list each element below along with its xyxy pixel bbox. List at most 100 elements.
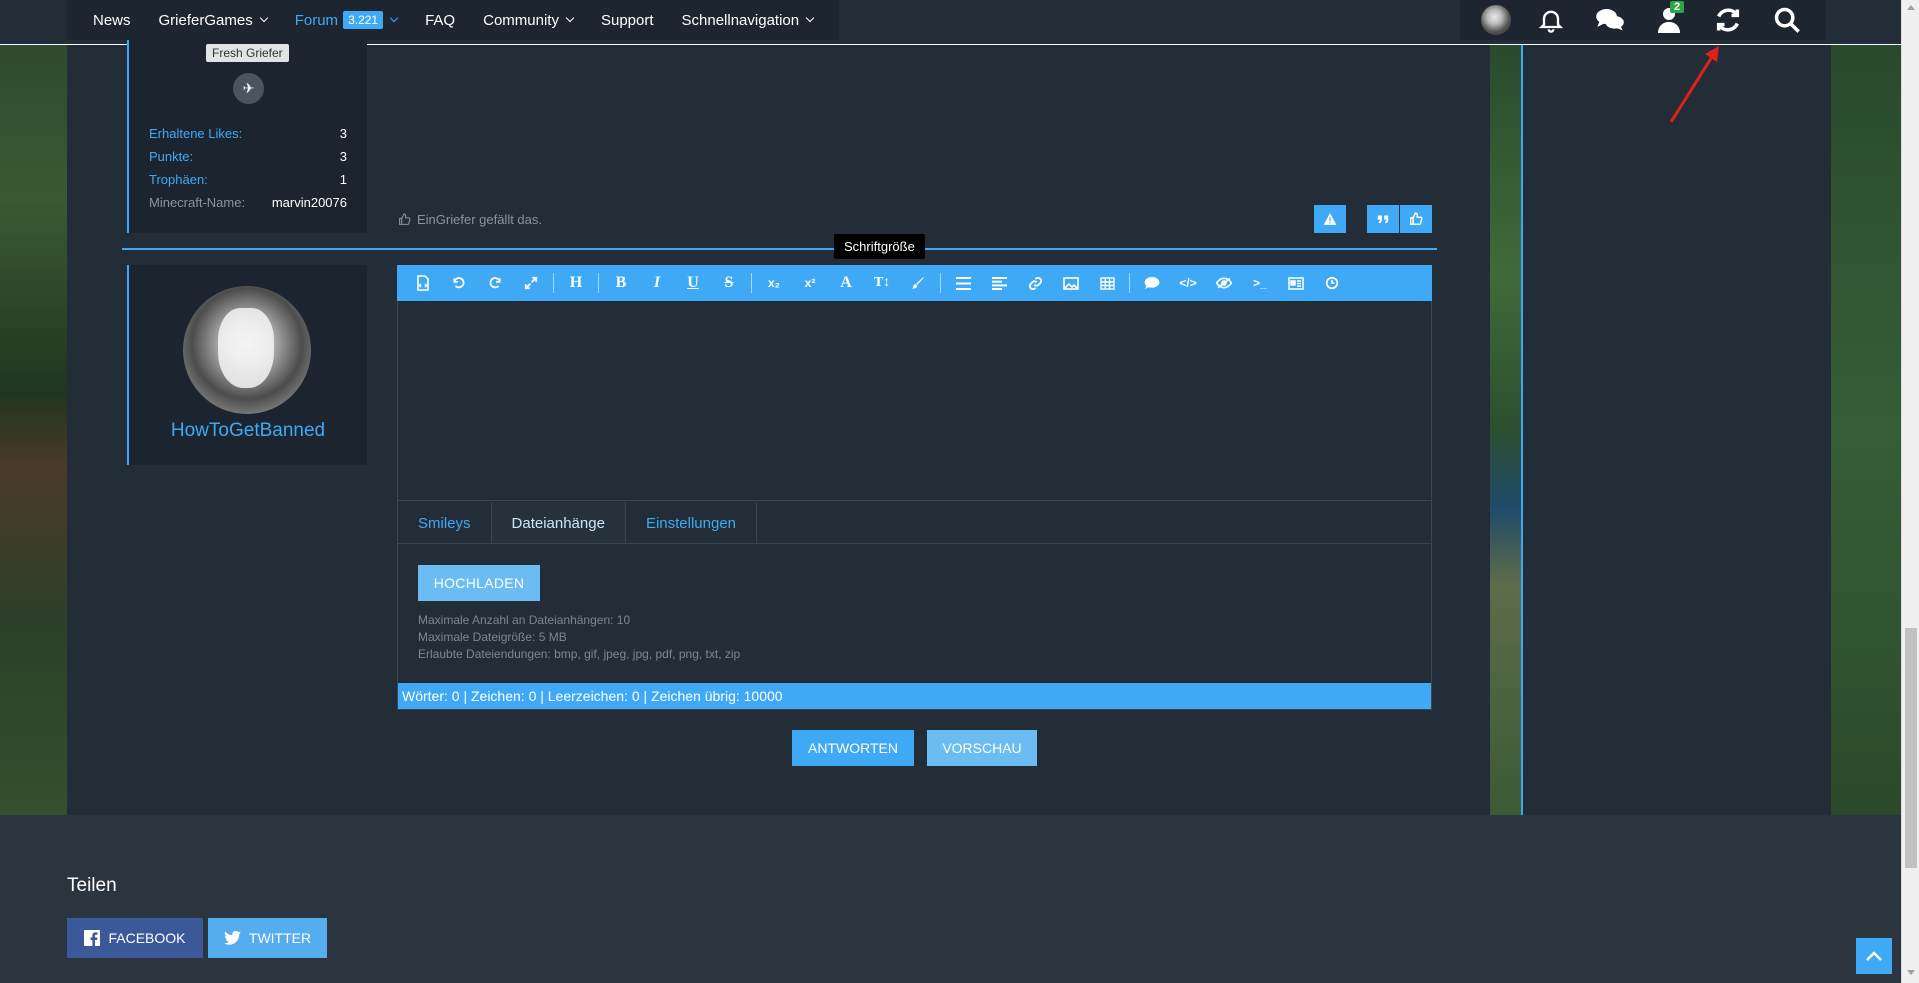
background-scenery-left bbox=[0, 45, 67, 815]
report-button[interactable] bbox=[1314, 205, 1346, 233]
twitter-icon bbox=[223, 931, 241, 945]
editor-toolbar: H B I U S x₂ x² A T↕ </> >_ bbox=[397, 265, 1432, 301]
share-twitter-button[interactable]: TWITTER bbox=[208, 918, 327, 958]
stat-label[interactable]: Punkte: bbox=[149, 149, 193, 164]
scroll-to-top-button[interactable] bbox=[1856, 938, 1892, 974]
font-size-icon[interactable]: T↕ bbox=[864, 265, 900, 301]
hand-print-image bbox=[218, 308, 274, 388]
quote-button[interactable] bbox=[1367, 205, 1399, 233]
bell-icon bbox=[1538, 10, 1563, 33]
max-filesize-info: Maximale Dateigröße: 5 MB bbox=[418, 630, 567, 644]
subscript-icon[interactable]: x₂ bbox=[756, 265, 792, 301]
spoiler-icon[interactable] bbox=[1206, 265, 1242, 301]
image-icon[interactable] bbox=[1053, 265, 1089, 301]
top-navigation-bar: News GrieferGames Forum 3.221 FAQ Communi… bbox=[0, 0, 1901, 45]
user-rank-tag: Fresh Griefer bbox=[206, 44, 289, 62]
twitter-label: TWITTER bbox=[248, 930, 312, 946]
avatar bbox=[1480, 5, 1511, 35]
chat-icon bbox=[1595, 9, 1624, 31]
nav-support[interactable]: Support bbox=[587, 0, 668, 40]
font-color-icon[interactable] bbox=[900, 265, 936, 301]
font-family-icon[interactable]: A bbox=[828, 265, 864, 301]
nav-griefergames[interactable]: GrieferGames bbox=[145, 0, 281, 40]
tabs-divider bbox=[398, 543, 1431, 544]
tab-settings[interactable]: Einstellungen bbox=[626, 502, 758, 544]
editor-tabs: Smileys Dateianhänge Einstellungen bbox=[398, 502, 758, 544]
forum-count-badge: 3.221 bbox=[343, 11, 384, 29]
tab-smileys[interactable]: Smileys bbox=[398, 502, 492, 544]
toolbar-tooltip: Schriftgröße bbox=[834, 234, 925, 259]
submit-reply-button[interactable]: ANTWORTEN bbox=[792, 730, 914, 766]
conversations-button[interactable] bbox=[1580, 0, 1639, 40]
quote-bubble-icon[interactable] bbox=[1134, 265, 1170, 301]
nav-news-label: News bbox=[93, 11, 131, 29]
align-left-icon[interactable] bbox=[981, 265, 1017, 301]
scroll-down-arrow-icon[interactable] bbox=[1907, 970, 1915, 975]
stat-label[interactable]: Erhaltene Likes: bbox=[149, 126, 242, 141]
italic-icon[interactable]: I bbox=[639, 265, 675, 301]
user-avatar-button[interactable] bbox=[1470, 0, 1521, 40]
facebook-label: FACEBOOK bbox=[108, 930, 186, 946]
tab-attachments[interactable]: Dateianhänge bbox=[491, 502, 626, 544]
author-username[interactable]: HowToGetBanned bbox=[127, 420, 369, 442]
media-icon[interactable] bbox=[1278, 265, 1314, 301]
message-text-area[interactable] bbox=[398, 301, 1431, 501]
stat-likes: Erhaltene Likes: 3 bbox=[149, 126, 347, 141]
stat-label[interactable]: Trophäen: bbox=[149, 172, 208, 187]
refresh-icon bbox=[1716, 8, 1739, 32]
stat-value: 3 bbox=[339, 149, 347, 164]
background-scenery-far-right bbox=[1831, 45, 1901, 815]
strikethrough-icon[interactable]: S bbox=[711, 265, 747, 301]
scrollbar-thumb[interactable] bbox=[1905, 628, 1917, 868]
nav-forum[interactable]: Forum 3.221 bbox=[281, 0, 411, 40]
max-attachments-info: Maximale Anzahl an Dateianhängen: 10 bbox=[418, 613, 631, 627]
nav-community-label: Community bbox=[483, 11, 559, 29]
upload-button[interactable]: HOCHLADEN bbox=[418, 565, 540, 601]
redo-icon[interactable] bbox=[477, 265, 513, 301]
thumbs-up-icon bbox=[1410, 212, 1423, 225]
notifications-button[interactable] bbox=[1521, 0, 1580, 40]
scroll-up-arrow-icon[interactable] bbox=[1907, 5, 1915, 10]
list-icon[interactable] bbox=[945, 265, 981, 301]
thumbs-up-icon bbox=[399, 213, 411, 225]
main-nav: News GrieferGames Forum 3.221 FAQ Communi… bbox=[67, 0, 840, 40]
search-button[interactable] bbox=[1757, 0, 1816, 40]
source-view-icon[interactable] bbox=[405, 265, 441, 301]
likes-text[interactable]: EinGriefer gefällt das. bbox=[417, 212, 542, 227]
chevron-down-icon bbox=[805, 13, 815, 23]
avatar bbox=[183, 286, 311, 414]
user-panel-icons: 2 bbox=[1460, 0, 1826, 40]
table-icon[interactable] bbox=[1089, 265, 1125, 301]
annotation-arrow-icon bbox=[1669, 46, 1719, 123]
page-scrollbar[interactable] bbox=[1901, 0, 1919, 983]
friend-requests-button[interactable]: 2 bbox=[1639, 0, 1698, 40]
superscript-icon[interactable]: x² bbox=[792, 265, 828, 301]
stat-value: marvin20076 bbox=[271, 195, 347, 210]
allowed-extensions-info: Erlaubte Dateiendungen: bmp, gif, jpeg, … bbox=[418, 647, 741, 661]
chevron-down-icon bbox=[565, 13, 575, 23]
undo-icon[interactable] bbox=[441, 265, 477, 301]
plane-icon: ✈ bbox=[233, 73, 264, 104]
refresh-button[interactable] bbox=[1698, 0, 1757, 40]
fullscreen-icon[interactable] bbox=[513, 265, 549, 301]
nav-schnellnavigation[interactable]: Schnellnavigation bbox=[668, 0, 828, 40]
preview-button[interactable]: VORSCHAU bbox=[927, 730, 1037, 766]
link-icon[interactable] bbox=[1017, 265, 1053, 301]
code-icon[interactable]: </> bbox=[1170, 265, 1206, 301]
nav-forum-label: Forum bbox=[294, 11, 339, 29]
bold-icon[interactable]: B bbox=[603, 265, 639, 301]
share-facebook-button[interactable]: FACEBOOK bbox=[67, 918, 203, 958]
nav-community[interactable]: Community bbox=[469, 0, 587, 40]
heading-icon[interactable]: H bbox=[558, 265, 594, 301]
nav-faq[interactable]: FAQ bbox=[411, 0, 469, 40]
nav-schnellnavigation-label: Schnellnavigation bbox=[681, 11, 800, 29]
facebook-icon bbox=[84, 930, 101, 946]
nav-news[interactable]: News bbox=[79, 0, 145, 40]
chevron-down-icon bbox=[389, 13, 399, 23]
chevron-down-icon bbox=[259, 13, 268, 23]
stat-points: Punkte: 3 bbox=[149, 149, 347, 164]
like-button[interactable] bbox=[1400, 205, 1432, 233]
clock-icon[interactable] bbox=[1314, 265, 1350, 301]
underline-icon[interactable]: U bbox=[675, 265, 711, 301]
terminal-icon[interactable]: >_ bbox=[1242, 265, 1278, 301]
